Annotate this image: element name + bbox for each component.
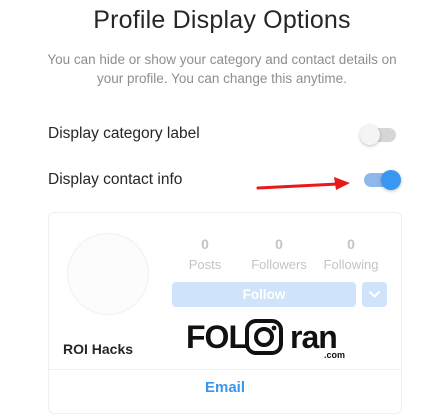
stat-followers-label: Followers [251,257,307,272]
followeran-watermark-logo: FOL ran .com [186,317,346,365]
stat-posts: 0 Posts [173,235,237,272]
stat-posts-value: 0 [201,236,209,252]
suggested-dropdown-button[interactable] [362,282,387,307]
stat-following: 0 Following [319,235,383,272]
red-arrow-annotation [256,177,350,190]
profile-name: ROI Hacks [63,341,134,357]
display-contact-info-text: Display contact info [48,171,183,188]
display-category-toggle[interactable] [360,125,396,145]
watermark-domain: .com [324,350,346,360]
page-title: Profile Display Options [93,6,351,34]
page-description: You can hide or show your category and c… [47,52,397,86]
follow-button[interactable]: Follow [172,282,356,307]
display-contact-info-toggle[interactable] [364,170,401,190]
email-button[interactable]: Email [49,379,401,396]
toggle-knob [360,125,380,145]
display-category-label-text: Display category label [48,125,200,142]
profile-preview-card: 0 Posts 0 Followers 0 Following Follow R… [48,212,402,414]
stat-followers: 0 Followers [247,235,311,272]
instagram-camera-icon [245,319,283,355]
stat-following-value: 0 [347,236,355,252]
toggle-knob [381,170,401,190]
avatar [67,233,149,315]
chevron-down-icon [369,291,380,298]
divider [49,369,401,370]
stat-followers-value: 0 [275,236,283,252]
stat-posts-label: Posts [188,257,222,272]
watermark-text-start: FOL [186,319,248,355]
stat-following-label: Following [323,257,379,272]
